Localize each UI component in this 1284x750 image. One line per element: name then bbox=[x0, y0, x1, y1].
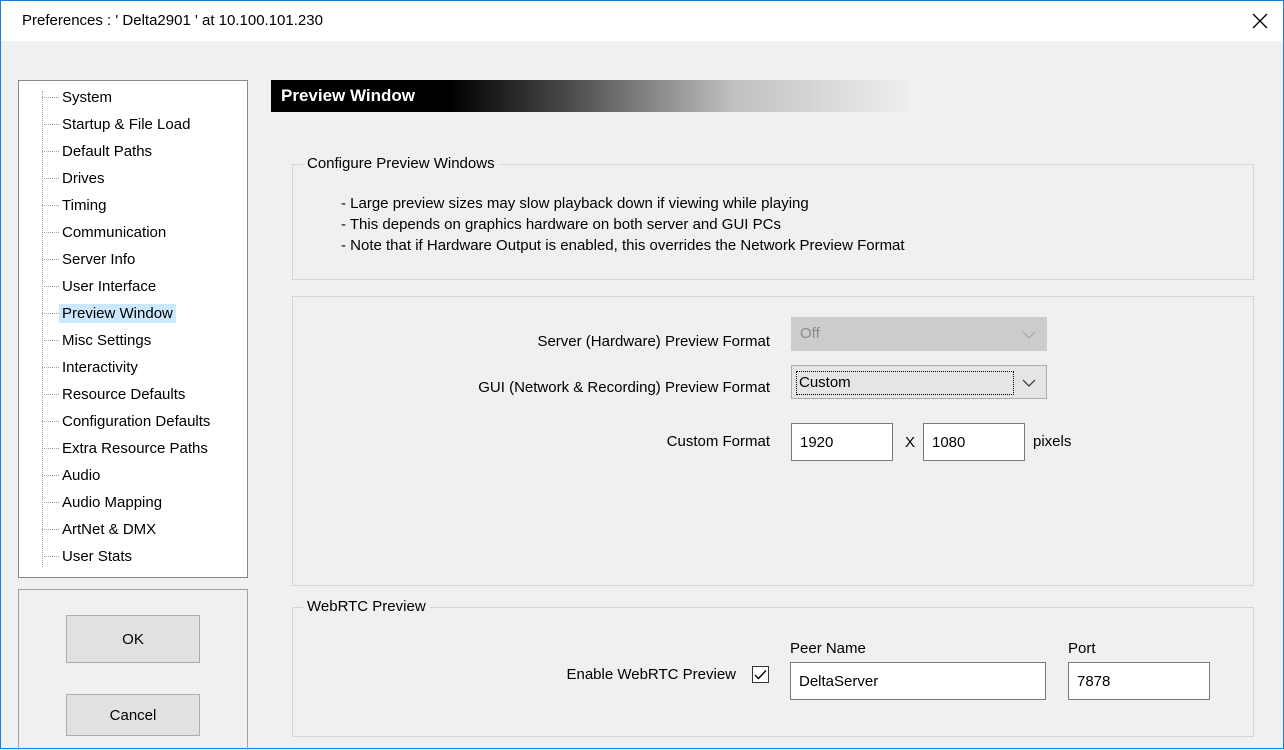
tree-item-misc-settings[interactable]: Misc Settings bbox=[42, 329, 154, 351]
tree-item-label: Resource Defaults bbox=[62, 385, 186, 403]
custom-width-value: 1920 bbox=[800, 434, 834, 451]
tree-item-server-info[interactable]: Server Info bbox=[42, 248, 138, 270]
group-legend: Configure Preview Windows bbox=[303, 155, 499, 172]
server-format-label: Server (Hardware) Preview Format bbox=[537, 333, 770, 350]
page-header: Preview Window bbox=[271, 80, 911, 112]
configure-preview-group: Configure Preview Windows - Large previe… bbox=[292, 155, 1254, 280]
window-title: Preferences : ' Delta2901 ' at 10.100.10… bbox=[22, 12, 323, 29]
tree-item-startup-file-load[interactable]: Startup & File Load bbox=[42, 113, 193, 135]
custom-format-label: Custom Format bbox=[666, 433, 770, 450]
tree-item-label: User Interface bbox=[62, 277, 157, 295]
group-legend: WebRTC Preview bbox=[303, 598, 430, 615]
close-icon bbox=[1252, 13, 1268, 29]
server-format-value: Off bbox=[800, 325, 820, 342]
gui-format-label: GUI (Network & Recording) Preview Format bbox=[478, 379, 770, 396]
custom-height-value: 1080 bbox=[932, 434, 966, 451]
enable-webrtc-label: Enable WebRTC Preview bbox=[566, 666, 736, 683]
tree-item-preview-window[interactable]: Preview Window bbox=[42, 302, 176, 324]
note-text: - Note that if Hardware Output is enable… bbox=[341, 237, 905, 254]
tree-item-label: System bbox=[62, 88, 113, 106]
preferences-window: Preferences : ' Delta2901 ' at 10.100.10… bbox=[0, 0, 1284, 750]
tree-item-label: Communication bbox=[62, 223, 167, 241]
tree-item-default-paths[interactable]: Default Paths bbox=[42, 140, 155, 162]
gui-format-select[interactable]: Custom bbox=[791, 365, 1047, 399]
tree-item-label: Audio Mapping bbox=[62, 493, 163, 511]
peer-name-label: Peer Name bbox=[790, 640, 866, 657]
dimension-separator: X bbox=[905, 434, 916, 451]
note-text: - Large preview sizes may slow playback … bbox=[341, 195, 809, 212]
port-value: 7878 bbox=[1077, 673, 1111, 690]
tree-item-interactivity[interactable]: Interactivity bbox=[42, 356, 141, 378]
tree-item-label: ArtNet & DMX bbox=[62, 520, 157, 538]
preview-format-group: Server (Hardware) Preview Format Off GUI… bbox=[292, 296, 1254, 586]
webrtc-preview-group: WebRTC Preview Peer Name Port Enable Web… bbox=[292, 598, 1254, 737]
tree-item-label: Drives bbox=[62, 169, 105, 187]
tree-item-user-stats[interactable]: User Stats bbox=[42, 545, 135, 567]
tree-item-communication[interactable]: Communication bbox=[42, 221, 169, 243]
tree-item-artnet-dmx[interactable]: ArtNet & DMX bbox=[42, 518, 159, 540]
peer-name-value: DeltaServer bbox=[799, 673, 879, 690]
cancel-button[interactable]: Cancel bbox=[66, 694, 200, 736]
dialog-buttons-panel: OK Cancel bbox=[18, 589, 248, 750]
tree-item-label: Audio bbox=[62, 466, 101, 484]
tree-item-label: Configuration Defaults bbox=[62, 412, 211, 430]
peer-name-input[interactable]: DeltaServer bbox=[790, 662, 1046, 700]
tree-item-label: Startup & File Load bbox=[62, 115, 191, 133]
port-input[interactable]: 7878 bbox=[1068, 662, 1210, 700]
tree-item-user-interface[interactable]: User Interface bbox=[42, 275, 159, 297]
page-title: Preview Window bbox=[281, 86, 415, 105]
ok-button[interactable]: OK bbox=[66, 615, 200, 663]
custom-width-input[interactable]: 1920 bbox=[791, 423, 893, 461]
tree-item-audio[interactable]: Audio bbox=[42, 464, 103, 486]
chevron-down-icon bbox=[1020, 374, 1038, 392]
preferences-tree[interactable]: System Startup & File Load Default Paths… bbox=[18, 80, 248, 578]
tree-item-drives[interactable]: Drives bbox=[42, 167, 108, 189]
enable-webrtc-checkbox[interactable] bbox=[752, 666, 769, 683]
tree-item-label: Extra Resource Paths bbox=[62, 439, 208, 457]
tree-item-label: Misc Settings bbox=[62, 331, 152, 349]
tree-item-audio-mapping[interactable]: Audio Mapping bbox=[42, 491, 165, 513]
server-format-select[interactable]: Off bbox=[791, 317, 1047, 351]
tree-item-resource-defaults[interactable]: Resource Defaults bbox=[42, 383, 188, 405]
tree-item-label: Timing bbox=[62, 196, 107, 214]
chevron-down-icon bbox=[1020, 326, 1038, 344]
tree-item-label: Preview Window bbox=[59, 303, 176, 323]
port-label: Port bbox=[1068, 640, 1096, 657]
tree-item-system[interactable]: System bbox=[42, 86, 115, 108]
custom-height-input[interactable]: 1080 bbox=[923, 423, 1025, 461]
note-text: - This depends on graphics hardware on b… bbox=[341, 216, 781, 233]
units-label: pixels bbox=[1033, 433, 1072, 450]
close-button[interactable] bbox=[1237, 1, 1283, 41]
tree-item-extra-resource-paths[interactable]: Extra Resource Paths bbox=[42, 437, 211, 459]
tree-item-timing[interactable]: Timing bbox=[42, 194, 109, 216]
title-bar: Preferences : ' Delta2901 ' at 10.100.10… bbox=[1, 1, 1283, 41]
checkmark-icon bbox=[754, 670, 767, 680]
tree-item-label: Interactivity bbox=[62, 358, 138, 376]
tree-item-configuration-defaults[interactable]: Configuration Defaults bbox=[42, 410, 213, 432]
tree-item-label: User Stats bbox=[62, 547, 133, 565]
tree-item-label: Default Paths bbox=[62, 142, 153, 160]
tree-item-label: Server Info bbox=[62, 250, 136, 268]
gui-format-value: Custom bbox=[796, 371, 1014, 395]
